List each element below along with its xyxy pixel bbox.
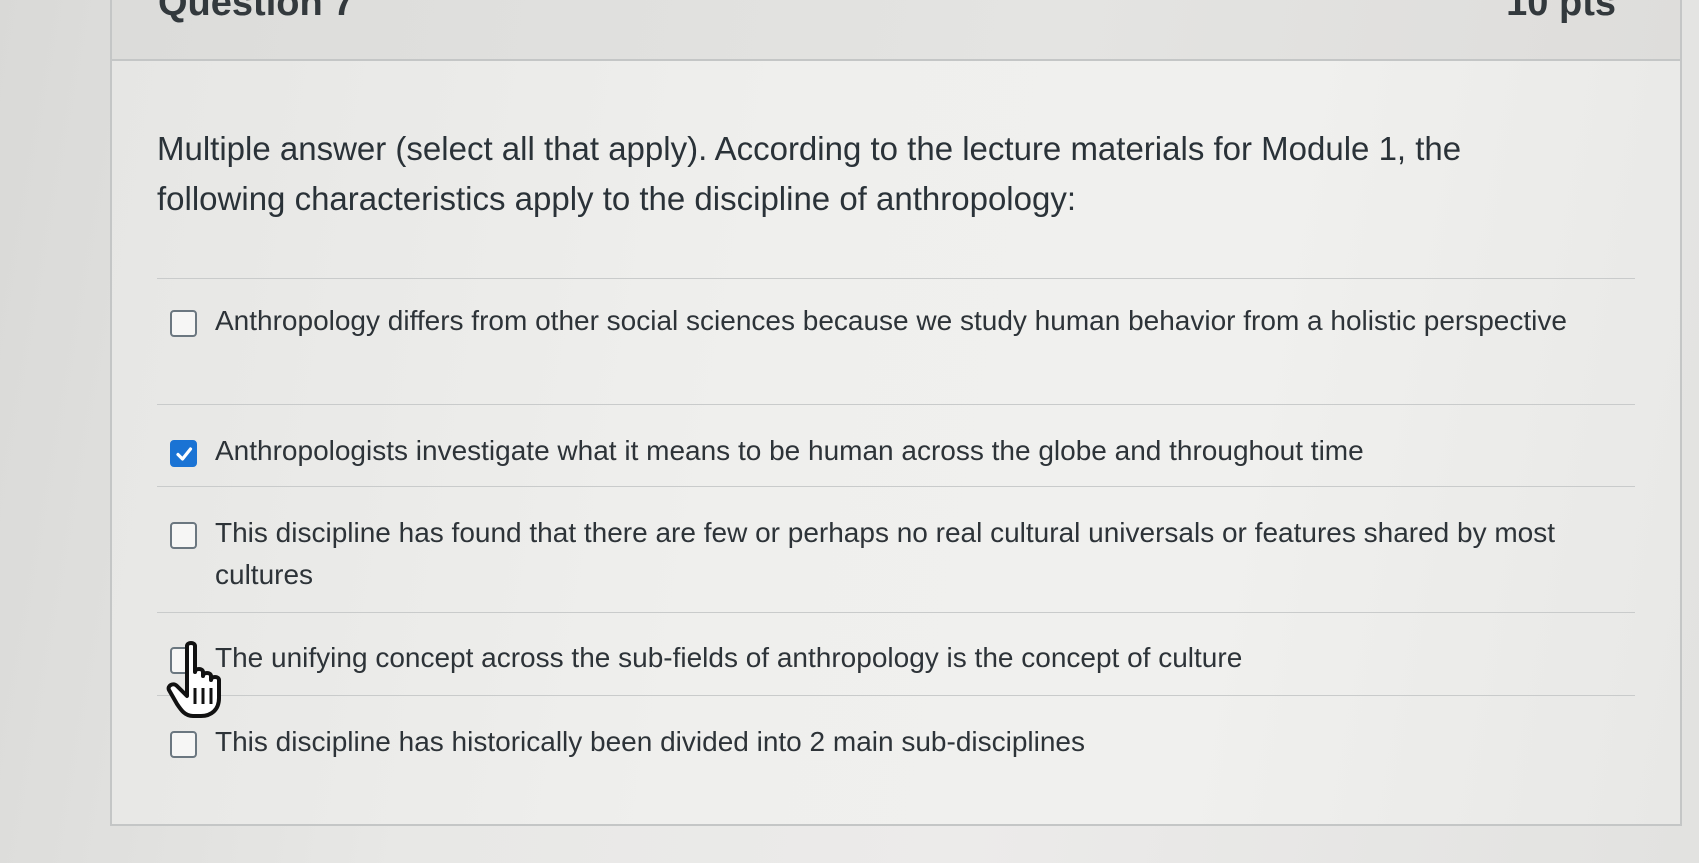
screen: Question 7 10 pts Multiple answer (selec… (0, 0, 1699, 863)
question-points: 10 pts (1506, 0, 1616, 24)
answer-checkbox[interactable] (170, 440, 197, 467)
answer-option[interactable]: This discipline has found that there are… (157, 486, 1635, 612)
answer-option[interactable]: This discipline has historically been di… (157, 695, 1635, 775)
answer-option[interactable]: The unifying concept across the sub-fiel… (157, 612, 1635, 695)
answer-checkbox[interactable] (170, 310, 197, 337)
answer-option[interactable]: Anthropology differs from other social s… (157, 278, 1635, 404)
answer-option[interactable]: Anthropologists investigate what it mean… (157, 404, 1635, 486)
hand-pointer-icon (166, 641, 221, 718)
answer-label[interactable]: This discipline has found that there are… (215, 512, 1595, 596)
answer-label[interactable]: This discipline has historically been di… (215, 721, 1595, 763)
checkmark-icon (176, 447, 193, 461)
answer-label[interactable]: Anthropology differs from other social s… (215, 300, 1595, 342)
answer-label[interactable]: The unifying concept across the sub-fiel… (215, 637, 1595, 679)
answer-list: Anthropology differs from other social s… (157, 278, 1635, 775)
question-header: Question 7 10 pts (112, 0, 1680, 61)
answer-checkbox[interactable] (170, 522, 197, 549)
answer-label[interactable]: Anthropologists investigate what it mean… (215, 430, 1595, 472)
question-text: Multiple answer (select all that apply).… (157, 130, 1462, 217)
question-card: Question 7 10 pts Multiple answer (selec… (110, 0, 1682, 826)
answer-checkbox[interactable] (170, 731, 197, 758)
question-title: Question 7 (158, 0, 355, 24)
